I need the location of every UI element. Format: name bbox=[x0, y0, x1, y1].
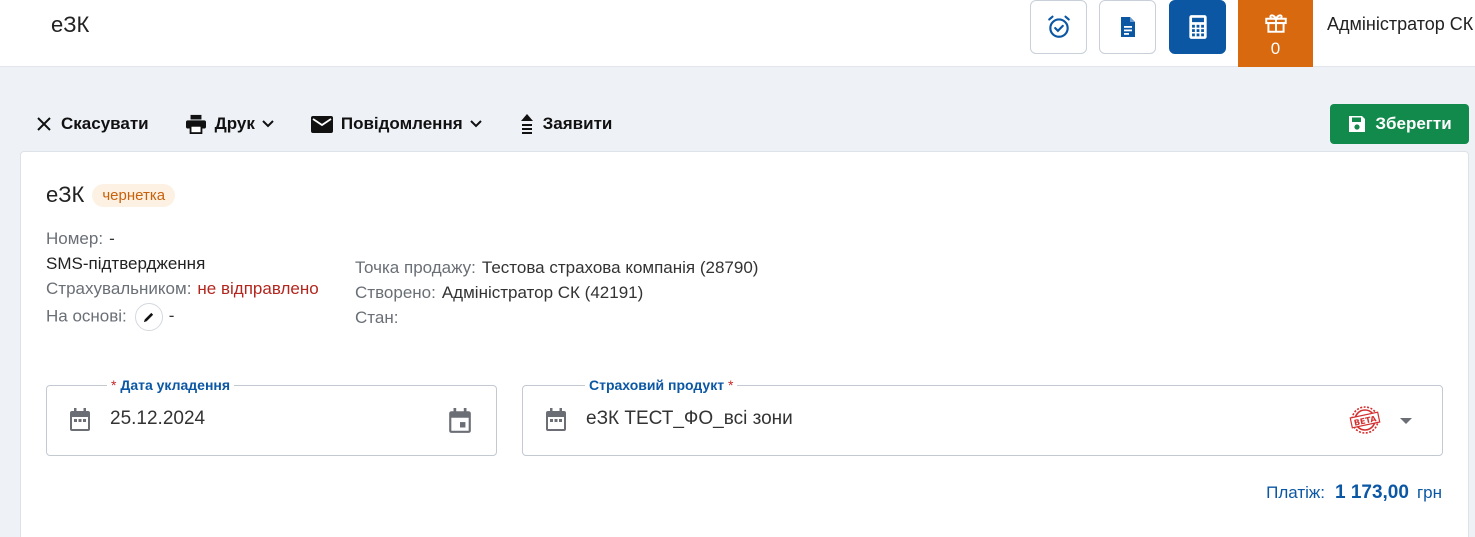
save-label: Зберегти bbox=[1375, 114, 1452, 133]
sms-row: SMS-підтвердження bbox=[46, 251, 319, 276]
insurer-label: Страхувальником: bbox=[46, 279, 192, 298]
alarm-clock-icon bbox=[1047, 15, 1070, 38]
payment-label: Платіж: bbox=[1266, 483, 1325, 502]
print-label: Друк bbox=[214, 114, 255, 133]
conclusion-date-label-text: Дата укладення bbox=[120, 377, 231, 393]
insurer-value: не відправлено bbox=[197, 279, 319, 298]
document-title-text: еЗК bbox=[46, 182, 85, 207]
document-meta-left: Номер: - SMS-підтвердження Страхувальнико… bbox=[46, 226, 319, 331]
print-button[interactable]: Друк bbox=[185, 114, 275, 134]
payment-amount: 1 173,00 bbox=[1334, 482, 1409, 503]
gift-icon bbox=[1264, 13, 1287, 33]
messages-label: Повідомлення bbox=[340, 114, 463, 133]
state-label: Стан: bbox=[355, 308, 399, 327]
cancel-button[interactable]: Скасувати bbox=[35, 114, 149, 134]
created-row: Створено: Адміністратор СК (42191) bbox=[355, 280, 758, 305]
basis-value: - bbox=[168, 306, 175, 326]
chevron-down-icon[interactable] bbox=[1399, 417, 1413, 425]
payment-currency: грн bbox=[1416, 483, 1442, 502]
submit-label: Заявити bbox=[542, 114, 613, 133]
insurer-row: Страхувальником: не відправлено bbox=[46, 276, 319, 301]
conclusion-date-value: 25.12.2024 bbox=[110, 408, 206, 429]
action-toolbar: Скасувати Друк Повідомлення Заявити bbox=[35, 112, 648, 136]
document-title: еЗК чернетка bbox=[46, 182, 176, 208]
gift-count: 0 bbox=[1270, 38, 1281, 58]
payment-summary: Платіж: 1 173,00 грн bbox=[1266, 482, 1442, 504]
document-card: еЗК чернетка Номер: - SMS-підтвердження С… bbox=[20, 151, 1469, 537]
sale-point-row: Точка продажу: Тестова страхова компанія … bbox=[355, 255, 758, 280]
insurance-product-field[interactable]: Страховий продукт * еЗК ТЕСТ_ФО_всі зони… bbox=[522, 377, 1443, 456]
calendar-picker-icon[interactable] bbox=[448, 408, 472, 434]
number-value: - bbox=[109, 229, 115, 248]
reminders-button[interactable] bbox=[1030, 0, 1087, 54]
state-row: Стан: bbox=[355, 305, 758, 330]
cancel-label: Скасувати bbox=[61, 114, 149, 133]
basis-row: На основі: - bbox=[46, 303, 319, 331]
close-icon bbox=[37, 117, 51, 131]
document-meta-right: Точка продажу: Тестова страхова компанія … bbox=[355, 255, 758, 330]
sms-label: SMS-підтвердження bbox=[46, 254, 206, 273]
calculator-icon bbox=[1188, 15, 1207, 39]
pencil-icon bbox=[144, 312, 154, 322]
insurance-product-label: Страховий продукт * bbox=[585, 377, 738, 393]
save-icon bbox=[1349, 116, 1366, 132]
top-header: еЗК 0 Адміністратор СК bbox=[0, 0, 1475, 67]
messages-button[interactable]: Повідомлення bbox=[310, 114, 483, 134]
app-title: еЗК bbox=[51, 12, 90, 37]
number-row: Номер: - bbox=[46, 226, 319, 251]
chevron-down-icon bbox=[469, 120, 482, 128]
edit-basis-button[interactable] bbox=[134, 303, 163, 331]
calendar-icon bbox=[70, 408, 90, 431]
status-badge: чернетка bbox=[92, 183, 176, 207]
conclusion-date-field[interactable]: * Дата укладення 25.12.2024 bbox=[46, 377, 497, 456]
required-mark: * bbox=[111, 377, 117, 393]
user-name[interactable]: Адміністратор СК bbox=[1327, 14, 1473, 35]
conclusion-date-label: * Дата укладення bbox=[107, 377, 235, 393]
beta-stamp-icon: BETA bbox=[1349, 406, 1381, 434]
calculator-button[interactable] bbox=[1169, 0, 1226, 54]
required-mark: * bbox=[727, 377, 734, 393]
insurance-product-label-text: Страховий продукт bbox=[589, 377, 725, 393]
document-icon bbox=[1120, 17, 1135, 37]
calendar-icon bbox=[546, 408, 566, 431]
submit-claim-button[interactable]: Заявити bbox=[519, 113, 613, 135]
envelope-icon bbox=[310, 115, 333, 133]
gift-button[interactable]: 0 bbox=[1238, 0, 1313, 67]
save-button[interactable]: Зберегти bbox=[1330, 104, 1469, 144]
number-label: Номер: bbox=[46, 229, 104, 248]
documents-button[interactable] bbox=[1099, 0, 1156, 54]
sale-point-value: Тестова страхова компанія (28790) bbox=[481, 258, 759, 277]
insurance-product-value: еЗК ТЕСТ_ФО_всі зони bbox=[586, 408, 793, 429]
upload-icon bbox=[520, 114, 533, 134]
printer-icon bbox=[185, 114, 206, 134]
chevron-down-icon bbox=[262, 120, 274, 128]
sale-point-label: Точка продажу: bbox=[355, 258, 476, 277]
created-label: Створено: bbox=[355, 283, 436, 302]
basis-label: На основі: bbox=[46, 306, 127, 326]
created-value: Адміністратор СК (42191) bbox=[441, 283, 644, 302]
